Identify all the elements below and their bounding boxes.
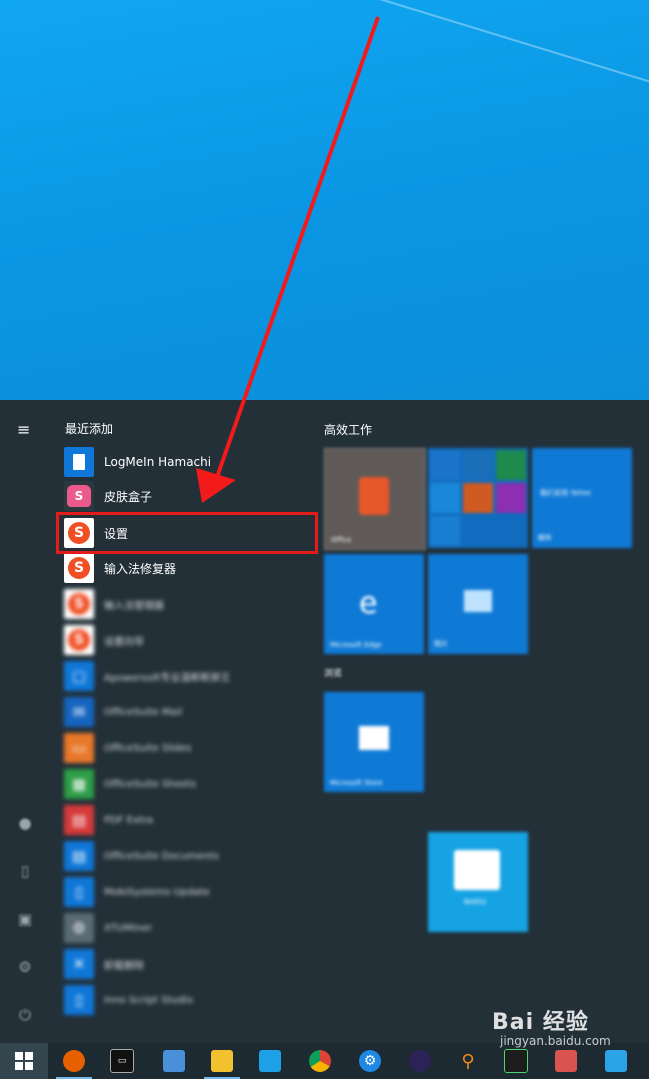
taskbar-paint[interactable] [542, 1043, 590, 1079]
taskbar-cmd[interactable]: ▭ [98, 1043, 146, 1079]
file-icon [64, 447, 94, 477]
productivity-header: 高效工作 [324, 423, 373, 437]
gear-icon: ⚙ [64, 913, 94, 943]
eclipse-icon [409, 1050, 431, 1072]
settings-icon[interactable]: ⚙ [15, 958, 35, 978]
tile-office[interactable]: Office [324, 448, 426, 550]
taskbar-search[interactable]: ⚲ [444, 1043, 492, 1079]
office-icon [359, 477, 389, 515]
app-inno-script-studio[interactable]: ▯ Inno Script Studio [62, 983, 312, 1017]
chrome-icon [309, 1050, 331, 1072]
skin-box-icon: S [64, 481, 94, 511]
app-uninstall[interactable]: ✕ 卸载删除 [62, 947, 312, 981]
taskbar-app[interactable] [150, 1043, 198, 1079]
file-icon: ▯ [64, 985, 94, 1015]
terminal-icon: ▭ [110, 1049, 134, 1073]
app-logmein-hamachi[interactable]: LogMeIn Hamachi [62, 445, 312, 479]
sogou-icon: S [64, 553, 94, 583]
documents-icon[interactable]: ▯ [15, 862, 35, 882]
watermark-logo: Bai 经验 [492, 1010, 589, 1035]
taskbar: ▭ ⚙ ⚲ [0, 1043, 649, 1079]
tile-mail[interactable]: 我们支持 Yahoo 邮件 [532, 448, 632, 548]
watermark-url: jingyan.baidu.com [500, 1034, 611, 1048]
recent-header: 最近添加 [65, 422, 114, 436]
hamburger-menu-icon[interactable]: ≡ [17, 422, 33, 438]
sheets-icon: ▦ [64, 769, 94, 799]
slides-icon: ▭ [64, 733, 94, 763]
firefox-icon [63, 1050, 85, 1072]
update-icon: ▯ [64, 877, 94, 907]
wallpaper-light-beam [189, 0, 649, 147]
app-ime-manager[interactable]: S 输入法管理器 [62, 587, 312, 621]
paint-icon [555, 1050, 577, 1072]
app-xtuminer[interactable]: ⚙ XTUMiner [62, 911, 312, 945]
taskbar-app-rocket[interactable] [592, 1043, 640, 1079]
search-icon: ⚲ [461, 1050, 475, 1072]
app-officesuite-documents[interactable]: ▤ OfficeSuite Documents [62, 839, 312, 873]
start-menu: ≡ ● ▯ ▣ ⚙ ⏻ 最近添加 高效工作 LogMeIn Hamachi S … [0, 400, 649, 1043]
app-icon [163, 1050, 185, 1072]
tile-baidu[interactable]: BAIDU [428, 832, 528, 932]
app-mobisystems-update[interactable]: ▯ MobiSystems Update [62, 875, 312, 909]
taskbar-pycharm[interactable] [492, 1043, 540, 1079]
start-menu-rail: ≡ ● ▯ ▣ ⚙ ⏻ [0, 400, 50, 1043]
sogou-icon: S [64, 589, 94, 619]
taskbar-explorer[interactable] [198, 1043, 246, 1079]
app-apowersoft[interactable]: ▢ Apowersoft专业温断断屏王 [62, 659, 312, 693]
photos-icon [464, 590, 492, 612]
app-officesuite-slides[interactable]: ▭ OfficeSuite Slides [62, 731, 312, 765]
app-icon [496, 450, 526, 480]
app-officesuite-sheets[interactable]: ▦ OfficeSuite Sheets [62, 767, 312, 801]
pdf-icon: ▤ [64, 805, 94, 835]
onenote-icon [496, 483, 526, 513]
edge-icon: e [359, 586, 378, 621]
folder-icon [211, 1050, 233, 1072]
desktop-wallpaper [0, 0, 649, 400]
onedrive-icon [430, 483, 460, 513]
gear-icon: ⚙ [359, 1050, 381, 1072]
pictures-icon[interactable]: ▣ [15, 910, 35, 930]
browse-header: 浏览 [324, 669, 343, 679]
app-ime-repair[interactable]: S 输入法修复器 [62, 551, 312, 585]
windows-icon [15, 1052, 33, 1070]
app-icon [463, 450, 493, 480]
taskbar-baidu[interactable] [246, 1043, 294, 1079]
taskbar-firefox[interactable] [50, 1043, 98, 1079]
baidu-icon [259, 1050, 281, 1072]
office-mini-icon [463, 483, 493, 513]
mail-icon: ✉ [64, 697, 94, 727]
baidu-tile-icon [454, 850, 500, 890]
app-pdf-extra[interactable]: ▤ PDF Extra [62, 803, 312, 837]
pycharm-icon [504, 1049, 528, 1073]
taskbar-eclipse[interactable] [396, 1043, 444, 1079]
taskbar-settings[interactable]: ⚙ [346, 1043, 394, 1079]
uninstall-icon: ✕ [64, 949, 94, 979]
highlight-box [56, 512, 318, 554]
store-icon [359, 726, 389, 750]
taskbar-chrome[interactable] [296, 1043, 344, 1079]
tile-group-apps[interactable] [428, 448, 528, 548]
tile-edge[interactable]: e Microsoft Edge [324, 554, 424, 654]
tile-store[interactable]: Microsoft Store [324, 692, 424, 792]
start-button[interactable] [0, 1043, 48, 1079]
apowersoft-icon: ▢ [64, 661, 94, 691]
skype-icon [430, 516, 460, 546]
app-setup-wizard[interactable]: S 设置向导 [62, 623, 312, 657]
documents-icon: ▤ [64, 841, 94, 871]
app-officesuite-mail[interactable]: ✉ OfficeSuite Mail [62, 695, 312, 729]
tile-photos[interactable]: 照片 [428, 554, 528, 654]
app-skin-box[interactable]: S 皮肤盒子 [62, 479, 312, 513]
rocket-icon [605, 1050, 627, 1072]
sogou-icon: S [64, 625, 94, 655]
power-icon[interactable]: ⏻ [15, 1006, 35, 1026]
user-icon[interactable]: ● [15, 814, 35, 834]
vscode-icon [430, 450, 460, 480]
